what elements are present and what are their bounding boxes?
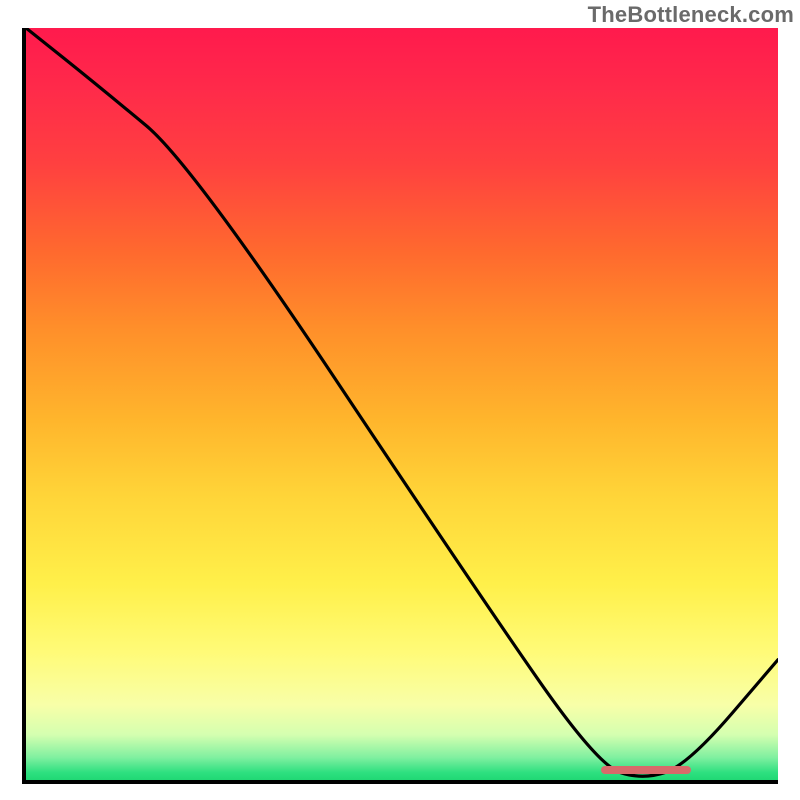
bottleneck-curve-path	[26, 28, 778, 776]
watermark-text: TheBottleneck.com	[588, 2, 794, 28]
curve-svg	[26, 28, 778, 780]
optimal-range-marker	[601, 766, 692, 774]
plot-area	[22, 28, 778, 784]
bottleneck-chart: TheBottleneck.com	[0, 0, 800, 800]
